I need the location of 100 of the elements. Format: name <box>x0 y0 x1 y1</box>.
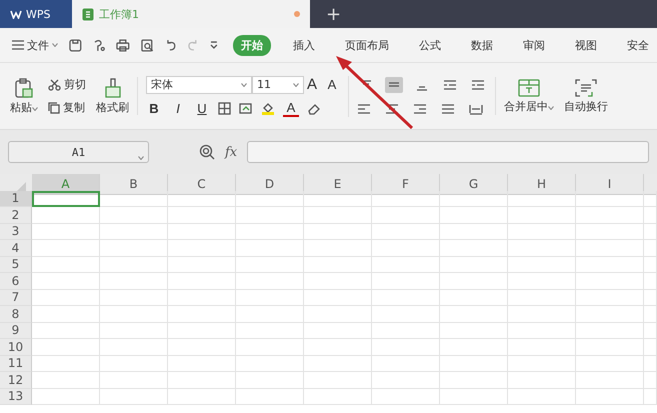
redo-icon[interactable] <box>187 39 200 51</box>
grid-cell[interactable] <box>644 240 657 256</box>
font-size-field[interactable]: 11 <box>252 76 304 94</box>
row-header[interactable]: 6 <box>0 273 32 290</box>
row-header[interactable]: 5 <box>0 256 32 273</box>
grid-cell[interactable] <box>100 388 168 405</box>
grid-cell[interactable] <box>168 339 236 356</box>
row-header[interactable]: 9 <box>0 322 32 339</box>
grid-cell[interactable] <box>372 290 440 306</box>
grid-cell[interactable] <box>644 388 657 405</box>
grid-cell[interactable] <box>372 256 440 273</box>
grid-cell[interactable] <box>372 372 440 388</box>
align-left-icon[interactable] <box>357 103 371 115</box>
cut-button[interactable]: 剪切 <box>48 77 86 92</box>
column-header[interactable]: I <box>576 174 644 195</box>
grid-cell[interactable] <box>372 388 440 405</box>
save-icon[interactable] <box>69 38 82 52</box>
grid-cell[interactable] <box>32 339 100 356</box>
grid-cell[interactable] <box>508 372 576 388</box>
grid-cell[interactable] <box>644 290 657 306</box>
grid-cell[interactable] <box>508 207 576 224</box>
grid-cell[interactable] <box>100 207 168 224</box>
grid-cell[interactable] <box>644 372 657 388</box>
grid-cell[interactable] <box>100 256 168 273</box>
row-header[interactable]: 4 <box>0 240 32 256</box>
grid-cell[interactable] <box>32 290 100 306</box>
grid-cell[interactable] <box>32 256 100 273</box>
text-style-button[interactable]: B <box>146 100 162 116</box>
row-header[interactable]: 8 <box>0 306 32 322</box>
grid-cell[interactable] <box>168 273 236 290</box>
file-menu[interactable]: 文件 <box>12 38 58 52</box>
grid-cell[interactable] <box>100 240 168 256</box>
row-header[interactable]: 1 <box>0 190 32 207</box>
grid-cell[interactable] <box>168 240 236 256</box>
grid-cell[interactable] <box>508 224 576 240</box>
grid-cell[interactable] <box>304 240 372 256</box>
grid-cell[interactable] <box>644 190 657 207</box>
borders-icon[interactable] <box>218 102 231 114</box>
grid-cell[interactable] <box>168 306 236 322</box>
grid-cell[interactable] <box>508 190 576 207</box>
column-header[interactable] <box>644 174 657 195</box>
align-right-icon[interactable] <box>413 103 427 115</box>
grid-cell[interactable] <box>32 322 100 339</box>
grid-cell[interactable] <box>440 240 508 256</box>
fill-color-icon[interactable] <box>261 102 275 114</box>
grid-cell[interactable] <box>440 207 508 224</box>
app-tab[interactable]: WPS <box>0 0 72 28</box>
grid-cell[interactable] <box>576 306 644 322</box>
grid-cell[interactable] <box>304 322 372 339</box>
grid-cell[interactable] <box>644 256 657 273</box>
grid-cell[interactable] <box>508 256 576 273</box>
grid-cell[interactable] <box>508 322 576 339</box>
row-header[interactable]: 13 <box>0 388 32 405</box>
grid-cell[interactable] <box>304 224 372 240</box>
copy-button[interactable]: 复制 <box>48 100 86 115</box>
grid-cell[interactable] <box>440 339 508 356</box>
grid-cell[interactable] <box>440 322 508 339</box>
grid-cell[interactable] <box>644 322 657 339</box>
grid-cell[interactable] <box>372 322 440 339</box>
grid-cell[interactable] <box>440 290 508 306</box>
grid-cell[interactable] <box>304 356 372 372</box>
print-preview-icon[interactable] <box>141 38 154 52</box>
grid-cell[interactable] <box>32 240 100 256</box>
wrap-text-button[interactable]: 自动换行 <box>564 78 608 114</box>
grid-cell[interactable] <box>100 356 168 372</box>
zoom-search-icon[interactable] <box>199 144 215 160</box>
grid-cell[interactable] <box>440 273 508 290</box>
grid-cell[interactable] <box>32 356 100 372</box>
grid-cell[interactable] <box>440 372 508 388</box>
row-header[interactable]: 7 <box>0 290 32 306</box>
row-header[interactable]: 12 <box>0 372 32 388</box>
grid-cell[interactable] <box>440 224 508 240</box>
grid-cell[interactable] <box>576 339 644 356</box>
shrink-font-button[interactable]: A <box>324 77 340 92</box>
grid-cell[interactable] <box>644 207 657 224</box>
grid-cell[interactable] <box>304 273 372 290</box>
grid-cell[interactable] <box>100 322 168 339</box>
grid-cell[interactable] <box>372 240 440 256</box>
row-header[interactable]: 10 <box>0 339 32 356</box>
grid-cell[interactable] <box>440 190 508 207</box>
distribute-icon[interactable] <box>469 103 483 115</box>
grid-cell[interactable] <box>304 388 372 405</box>
grid-cell[interactable] <box>576 322 644 339</box>
grid-cell[interactable] <box>508 356 576 372</box>
grid-cell[interactable] <box>168 190 236 207</box>
decrease-indent-icon[interactable] <box>443 79 457 91</box>
ribbon-tab[interactable]: 公式 <box>410 34 449 56</box>
grid-cell[interactable] <box>508 240 576 256</box>
formula-input-field[interactable] <box>247 141 649 163</box>
grid-cell[interactable] <box>168 388 236 405</box>
grid-cell[interactable] <box>644 306 657 322</box>
grid-cell[interactable] <box>644 339 657 356</box>
print-icon[interactable] <box>116 38 130 52</box>
grid-cell[interactable] <box>236 224 304 240</box>
grid-cell[interactable] <box>644 224 657 240</box>
grid-cell[interactable] <box>576 207 644 224</box>
grow-font-button[interactable]: A <box>304 76 320 93</box>
grid-cell[interactable] <box>236 190 304 207</box>
grid-cell[interactable] <box>100 339 168 356</box>
grid-cell[interactable] <box>236 322 304 339</box>
